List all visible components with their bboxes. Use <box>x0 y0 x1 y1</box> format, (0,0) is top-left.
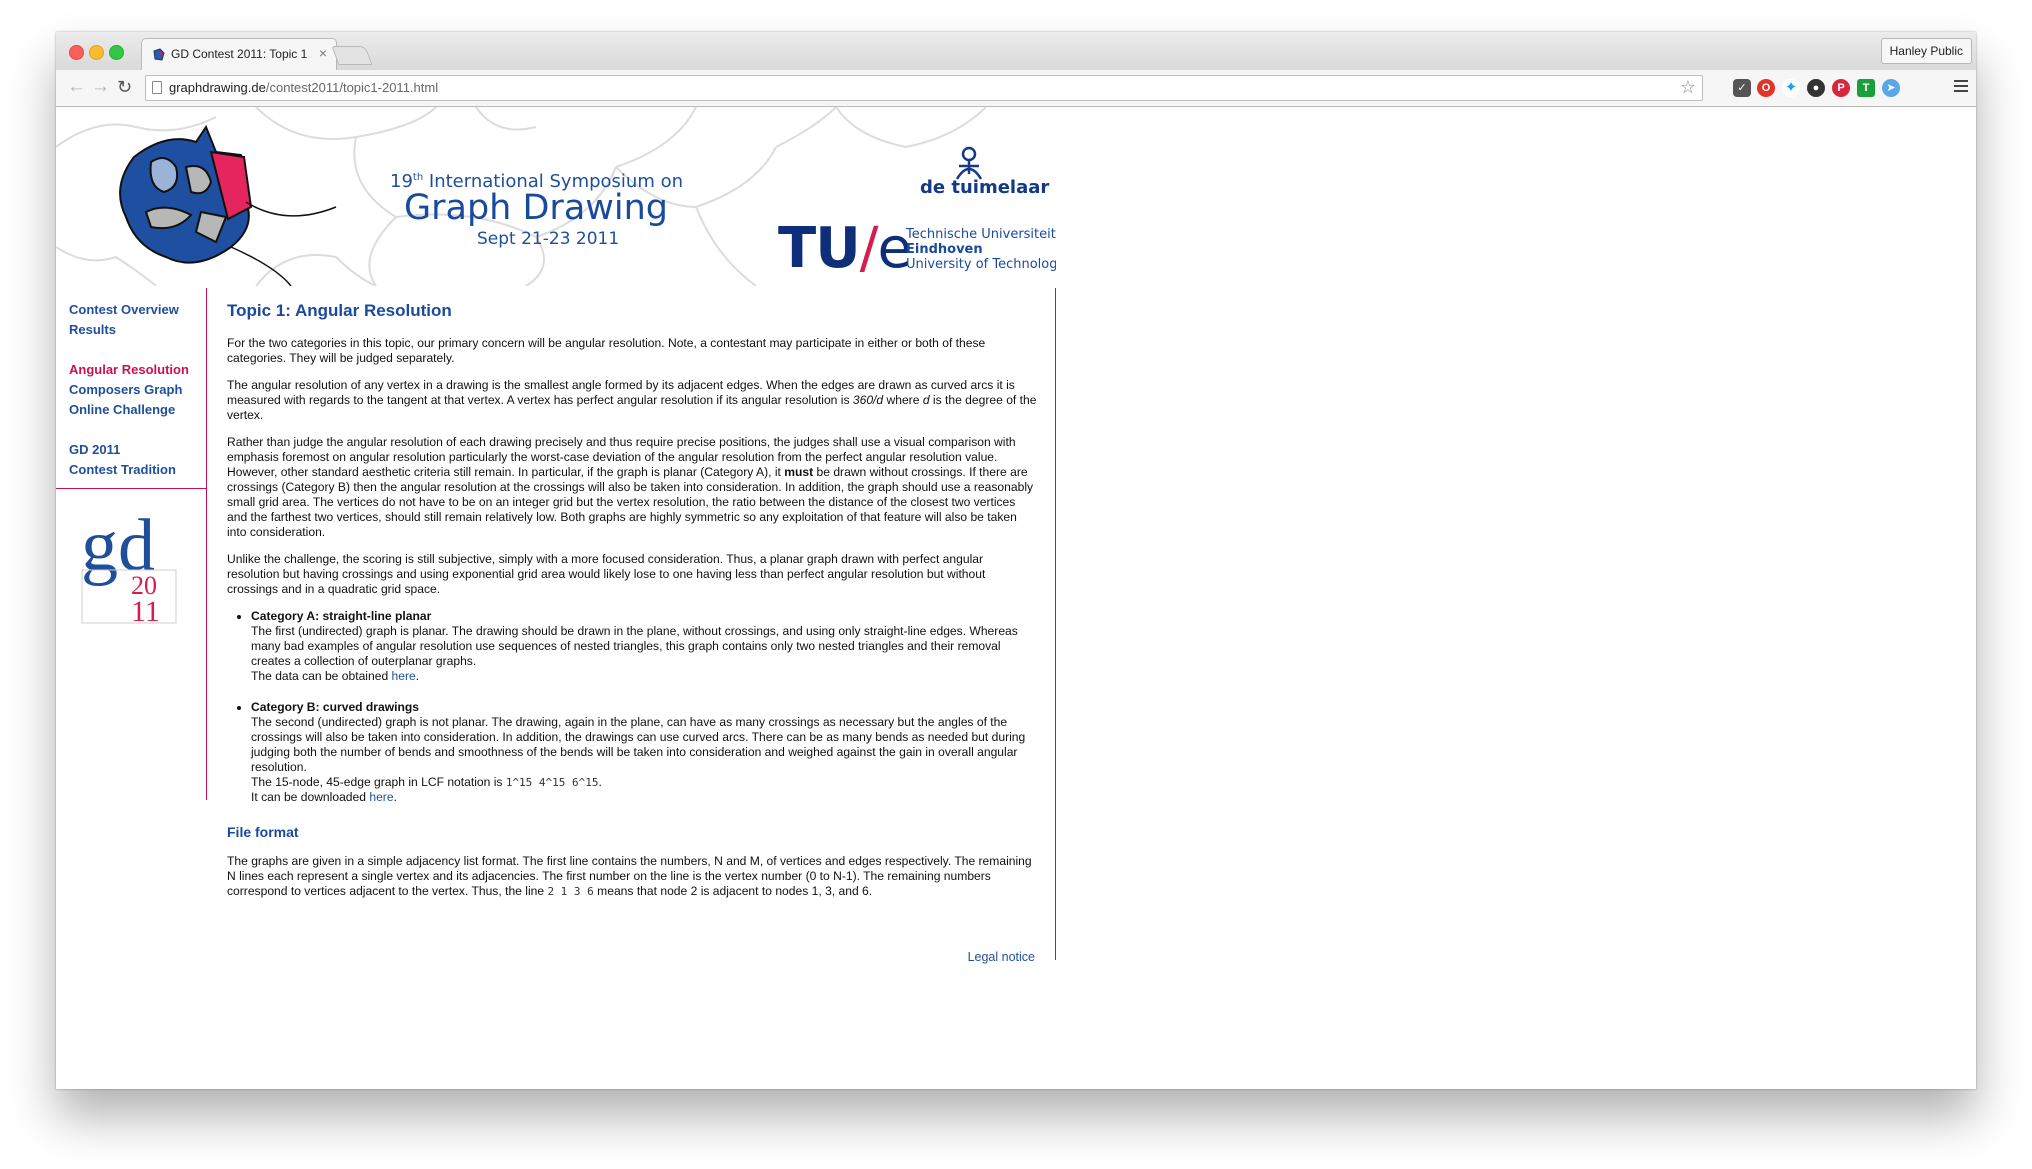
category-b-title: Category B: curved drawings <box>251 700 420 714</box>
category-b-text: The second (undirected) graph is not pla… <box>251 715 1026 774</box>
category-b-download-text: It can be downloaded <box>251 790 370 804</box>
back-arrow-icon[interactable]: ← <box>67 76 86 98</box>
url-text[interactable]: graphdrawing.de/contest2011/topic1-2011.… <box>169 80 438 95</box>
pinterest-extension-icon[interactable]: P <box>1832 79 1850 97</box>
symposium-ordinal: th <box>412 172 424 183</box>
gd2011-logo-11: 11 <box>131 595 160 624</box>
address-bar[interactable]: graphdrawing.de/contest2011/topic1-2011.… <box>145 75 1703 101</box>
profile-button[interactable]: Hanley Public <box>1880 38 1972 64</box>
sidebar-item-online-challenge[interactable]: Online Challenge <box>69 402 175 417</box>
gd2011-logo: gd 20 11 <box>81 504 177 628</box>
sidebar-item-results[interactable]: Results <box>69 322 116 337</box>
tab-strip: GD Contest 2011: Topic 1 × Hanley Public <box>56 32 1976 71</box>
category-b-download-link[interactable]: here <box>369 790 393 804</box>
tue-logo-tu: TU <box>778 216 861 281</box>
opera-extension-icon[interactable]: O <box>1757 79 1775 97</box>
category-b-item: Category B: curved drawings The second (… <box>251 700 1037 805</box>
category-a-text: The first (undirected) graph is planar. … <box>251 624 1018 668</box>
definition-variable: d <box>922 393 930 407</box>
twitter-extension-icon[interactable]: ✦ <box>1782 79 1800 97</box>
sidebar-nav: Contest Overview Results Angular Resolut… <box>56 288 207 800</box>
judging-paragraph: Rather than judge the angular resolution… <box>227 435 1037 540</box>
intro-paragraph: For the two categories in this topic, ou… <box>227 336 986 365</box>
symposium-dates: Sept 21-23 2011 <box>477 229 620 249</box>
new-tab-button[interactable] <box>331 46 373 65</box>
tue-line2: Eindhoven <box>906 242 983 257</box>
file-format-text-b: means that node 2 is adjacent to nodes 1… <box>593 884 873 898</box>
dark-circle-extension-icon[interactable]: ● <box>1807 79 1825 97</box>
pocket-extension-icon[interactable]: ✓ <box>1733 79 1751 97</box>
category-b-lcf-line: The 15-node, 45-edge graph in LCF notati… <box>251 775 1037 790</box>
tue-logo: TU/e <box>778 216 912 281</box>
reload-icon[interactable]: ↻ <box>117 76 132 98</box>
forward-arrow-icon[interactable]: → <box>91 76 110 98</box>
tue-line1: Technische Universiteit <box>906 227 1056 242</box>
category-b-download-end: . <box>393 790 397 804</box>
symposium-title: Graph Drawing <box>404 188 669 228</box>
file-format-example: 2 1 3 6 <box>547 885 594 898</box>
category-a-item: Category A: straight-line planar The fir… <box>251 609 1037 684</box>
scoring-paragraph: Unlike the challenge, the scoring is sti… <box>227 552 986 596</box>
sponsor-logo-text: de tuimelaar <box>920 177 1050 198</box>
tab-active[interactable]: GD Contest 2011: Topic 1 × <box>141 38 337 71</box>
tue-line3: University of Technology <box>906 257 1056 272</box>
category-b-lcf-text: The 15-node, 45-edge graph in LCF notati… <box>251 775 506 789</box>
category-list: Category A: straight-line planar The fir… <box>227 609 1037 805</box>
file-format-paragraph: The graphs are given in a simple adjacen… <box>227 854 1037 899</box>
browser-window: GD Contest 2011: Topic 1 × Hanley Public… <box>56 32 1976 1089</box>
green-extension-icon[interactable]: T <box>1857 79 1875 97</box>
minimize-window-button[interactable] <box>89 45 104 60</box>
definition-formula: 360/d <box>852 393 884 407</box>
close-window-button[interactable] <box>69 45 84 60</box>
sidebar-item-contest-tradition[interactable]: Contest Tradition <box>69 462 176 477</box>
main-content: Topic 1: Angular Resolution For the two … <box>206 288 1056 964</box>
judging-must: must <box>784 465 814 479</box>
sidebar-item-angular-resolution[interactable]: Angular Resolution <box>69 362 189 377</box>
sidebar-item-gd-2011[interactable]: GD 2011 <box>69 442 120 457</box>
header-banner: 19th International Symposium on Graph Dr… <box>56 107 1056 286</box>
sidebar-item-contest-overview[interactable]: Contest Overview <box>69 302 179 317</box>
bookmark-star-icon[interactable]: ☆ <box>1680 77 1696 98</box>
tab-title: GD Contest 2011: Topic 1 <box>171 47 308 61</box>
category-a-data-text: The data can be obtained <box>251 669 392 683</box>
menu-icon[interactable] <box>1954 77 1968 95</box>
zoom-window-button[interactable] <box>109 45 124 60</box>
file-format-heading: File format <box>227 824 299 840</box>
tue-name: Technische Universiteit Eindhoven Univer… <box>906 227 1056 272</box>
sidebar-item-composers-graph[interactable]: Composers Graph <box>69 382 182 397</box>
definition-paragraph: The angular resolution of any vertex in … <box>227 378 1037 423</box>
category-a-data-line: The data can be obtained here. <box>251 669 1037 684</box>
category-b-lcf-notation: 1^15 4^15 6^15 <box>505 776 599 789</box>
page-icon <box>152 81 162 94</box>
category-b-lcf-end: . <box>598 775 602 789</box>
category-b-download-line: It can be downloaded here. <box>251 790 1037 805</box>
url-path: /contest2011/topic1-2011.html <box>265 80 439 95</box>
page-title: Topic 1: Angular Resolution <box>227 301 452 320</box>
tue-logo-slash: / <box>859 216 879 281</box>
browser-toolbar: ← → ↻ graphdrawing.de/contest2011/topic1… <box>56 70 1976 107</box>
graph-favicon-icon <box>153 48 165 61</box>
legal-notice-link[interactable]: Legal notice <box>968 950 1035 964</box>
url-domain: graphdrawing.de <box>169 80 266 95</box>
category-a-data-link[interactable]: here <box>392 669 416 683</box>
sidebar-divider <box>56 488 206 489</box>
definition-text-b: where <box>883 393 923 407</box>
category-a-data-end: . <box>415 669 420 683</box>
page-viewport: 19th International Symposium on Graph Dr… <box>56 107 1976 1089</box>
category-a-title: Category A: straight-line planar <box>251 609 432 623</box>
blue-bird-extension-icon[interactable]: ➤ <box>1882 79 1900 97</box>
tab-close-icon[interactable]: × <box>319 45 327 61</box>
